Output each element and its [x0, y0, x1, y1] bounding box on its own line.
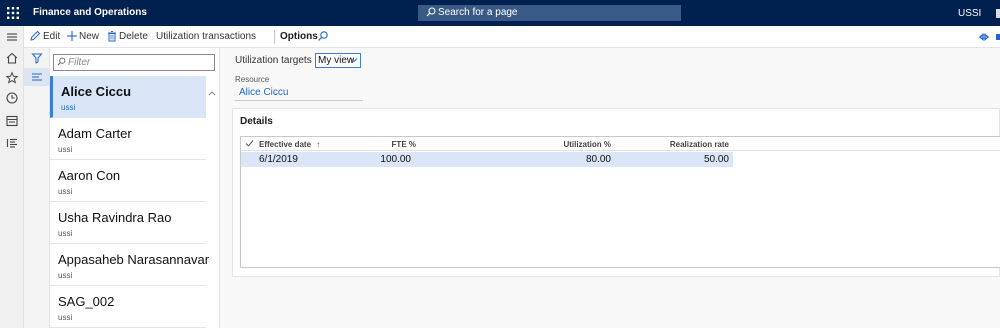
list-lines-icon	[32, 73, 42, 81]
view-selector[interactable]: My view	[315, 53, 361, 68]
workspaces-icon[interactable]	[5, 114, 19, 128]
list-view-toggle[interactable]	[24, 68, 50, 86]
list-item-name: Adam Carter	[58, 126, 132, 141]
list-item-company: ussi	[61, 103, 76, 112]
filter-placeholder: Filter	[68, 57, 91, 68]
list-item[interactable]: Usha Ravindra Rao ussi	[50, 202, 206, 244]
search-placeholder: Search for a page	[438, 7, 518, 18]
list-item[interactable]: Adam Carter ussi	[50, 118, 206, 160]
modules-list-icon[interactable]	[5, 136, 19, 150]
table-row[interactable]: 6/1/2019 100.00 80.00 50.00	[241, 152, 733, 167]
main-content: Utilization targets | My view Resource A…	[221, 48, 1000, 328]
attach-link-icon[interactable]	[978, 31, 990, 43]
new-plus-icon	[66, 30, 78, 42]
settings-icon[interactable]	[996, 9, 1000, 18]
top-bar: Finance and Operations Search for a page…	[0, 0, 1000, 26]
utilization-transactions-button[interactable]: Utilization transactions	[156, 31, 256, 42]
column-header-utilization[interactable]: Utilization %	[541, 140, 611, 149]
home-icon[interactable]	[5, 51, 19, 65]
edit-button[interactable]: Edit	[43, 31, 60, 42]
filter-search-icon	[57, 57, 66, 66]
action-pane: Edit New Delete Utilization transactions…	[24, 26, 1000, 48]
list-item-name: Appasaheb Narasannavar	[58, 252, 210, 267]
list-item-company: ussi	[58, 313, 73, 322]
resource-label: Resource	[235, 75, 270, 84]
list-item-name: Alice Ciccu	[61, 84, 132, 99]
app-launcher-icon[interactable]	[6, 6, 20, 20]
options-tab[interactable]: Options	[280, 31, 318, 42]
sort-ascending-icon: ↑	[316, 140, 321, 149]
list-item-company: ussi	[58, 145, 73, 154]
cell-effective-date[interactable]: 6/1/2019	[259, 154, 298, 165]
list-scroll-up-icon[interactable]	[207, 88, 217, 98]
action-separator	[274, 30, 275, 44]
resource-list-pane: Filter Alice Ciccu ussi Adam Carter ussi…	[50, 48, 220, 328]
cell-utilization[interactable]: 80.00	[561, 154, 611, 165]
hamburger-menu-icon[interactable]	[5, 30, 19, 44]
cell-fte[interactable]: 100.00	[371, 154, 411, 165]
list-item[interactable]: Aaron Con ussi	[50, 160, 206, 202]
details-section: Details Effective date ↑ FTE % Utilizati…	[232, 108, 1000, 277]
delete-trash-icon	[106, 30, 118, 42]
column-header-fte[interactable]: FTE %	[386, 140, 416, 149]
select-all-checkmark-icon[interactable]	[245, 139, 254, 148]
recent-clock-icon[interactable]	[5, 91, 19, 105]
list-item-name: Usha Ravindra Rao	[58, 210, 172, 225]
list-item-company: ussi	[58, 187, 73, 196]
new-button[interactable]: New	[79, 31, 99, 42]
breadcrumb: Utilization targets |	[235, 55, 320, 66]
view-selector-value: My view	[318, 55, 355, 66]
filter-input[interactable]: Filter	[53, 54, 215, 71]
column-header-effective-date[interactable]: Effective date ↑	[259, 140, 320, 149]
page-title: Utilization targets	[235, 55, 312, 66]
search-actions-icon[interactable]	[317, 30, 329, 42]
list-item-name: Aaron Con	[58, 168, 121, 183]
list-item-name: SAG_002	[58, 294, 115, 309]
column-header-realization-rate[interactable]: Realization rate	[649, 140, 729, 149]
favorites-star-icon[interactable]	[5, 71, 19, 85]
edit-pencil-icon	[29, 30, 41, 42]
navigation-rail	[0, 26, 24, 328]
details-grid: Effective date ↑ FTE % Utilization % Rea…	[240, 136, 1000, 268]
cell-realization-rate[interactable]: 50.00	[679, 154, 729, 165]
app-title[interactable]: Finance and Operations	[33, 7, 147, 18]
grid-header: Effective date ↑ FTE % Utilization % Rea…	[241, 137, 1000, 151]
list-filter-column	[24, 48, 50, 328]
company-picker[interactable]: USSI	[958, 8, 981, 19]
details-title: Details	[240, 116, 273, 127]
list-item[interactable]: SAG_002 ussi	[50, 286, 206, 328]
resource-field[interactable]: Alice Ciccu	[235, 86, 363, 101]
list-item[interactable]: Alice Ciccu ussi	[50, 76, 206, 118]
chevron-down-icon	[350, 58, 358, 63]
delete-button[interactable]: Delete	[119, 31, 148, 42]
search-icon	[426, 7, 436, 17]
filter-funnel-icon[interactable]	[31, 52, 43, 64]
list-item-company: ussi	[58, 229, 73, 238]
list-item[interactable]: Appasaheb Narasannavar ussi	[50, 244, 210, 286]
more-options-icon[interactable]	[996, 31, 1000, 43]
search-input[interactable]: Search for a page	[418, 5, 681, 21]
list-item-company: ussi	[58, 271, 73, 280]
